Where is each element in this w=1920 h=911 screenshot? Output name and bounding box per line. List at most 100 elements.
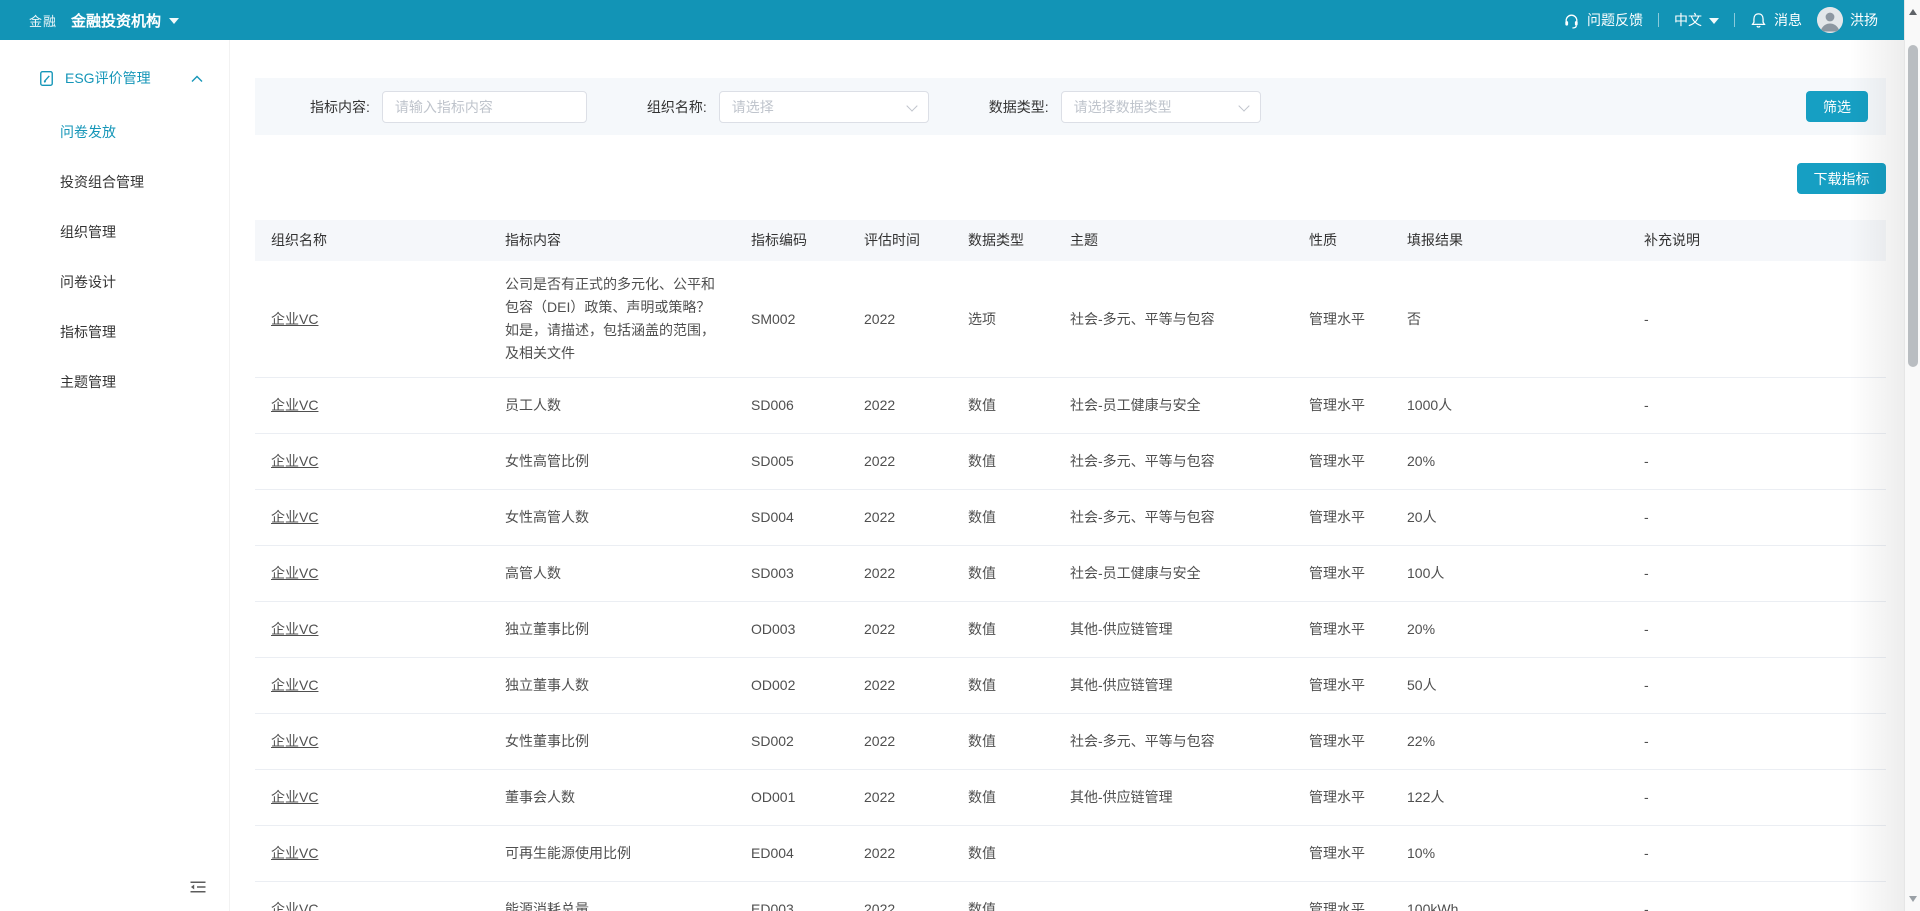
sidebar-menu: 问卷发放 投资组合管理 组织管理 问卷设计 指标管理 主题管理 <box>0 107 229 407</box>
table-cell: 可再生能源使用比例 <box>489 825 735 882</box>
table-row: 企业VC 能源消耗总量 ED003 2022 数值 管理水平 100kWh - <box>255 881 1886 911</box>
table-cell: - <box>1628 825 1886 882</box>
table-cell: 2022 <box>848 713 952 770</box>
org-name-link[interactable]: 企业VC <box>271 845 318 861</box>
language-label: 中文 <box>1674 12 1702 28</box>
caret-down-icon <box>1709 18 1719 24</box>
sidebar-item-org-management[interactable]: 组织管理 <box>0 207 229 257</box>
table-cell: 企业VC <box>255 545 489 602</box>
org-name-link[interactable]: 企业VC <box>271 509 318 525</box>
sidebar-group-esg[interactable]: ESG评价管理 <box>0 60 229 96</box>
table-cell: 数值 <box>952 881 1054 911</box>
table-cell: 2022 <box>848 261 952 378</box>
table-cell: 社会-员工健康与安全 <box>1054 545 1293 602</box>
table-cell: 管理水平 <box>1293 261 1391 378</box>
org-name-link[interactable]: 企业VC <box>271 677 318 693</box>
scrollbar-up-arrow-icon[interactable] <box>1909 9 1917 15</box>
org-name-link[interactable]: 企业VC <box>271 621 318 637</box>
top-bar: 金融 金融投资机构 问题反馈 中文 消息 洪扬 <box>0 0 1904 40</box>
org-name-link[interactable]: 企业VC <box>271 453 318 469</box>
main-content: 指标内容: 组织名称: 请选择 数据类型: 请选择数据类型 筛选 下载指标 <box>230 40 1904 911</box>
table-cell: 独立董事比例 <box>489 601 735 658</box>
col-nature: 性质 <box>1293 220 1391 261</box>
filter-button[interactable]: 筛选 <box>1806 91 1868 122</box>
table-cell <box>1054 825 1293 882</box>
table-cell: SD004 <box>735 489 848 546</box>
table-cell: 企业VC <box>255 713 489 770</box>
caret-down-icon <box>169 18 180 24</box>
col-topic: 主题 <box>1054 220 1293 261</box>
sidebar-item-portfolio-management[interactable]: 投资组合管理 <box>0 157 229 207</box>
feedback-button[interactable]: 问题反馈 <box>1563 10 1643 30</box>
scrollbar-down-arrow-icon[interactable] <box>1909 896 1917 902</box>
table-cell: 122人 <box>1391 769 1628 826</box>
table-cell: - <box>1628 601 1886 658</box>
col-indicator-code: 指标编码 <box>735 220 848 261</box>
table-cell: - <box>1628 377 1886 434</box>
table-cell: ED003 <box>735 881 848 911</box>
feedback-label: 问题反馈 <box>1587 12 1643 28</box>
table-cell: 2022 <box>848 377 952 434</box>
table-cell: 社会-多元、平等与包容 <box>1054 261 1293 378</box>
app-logo: 金融 <box>29 13 58 29</box>
table-cell: 数值 <box>952 657 1054 714</box>
sidebar-item-questionnaire-design[interactable]: 问卷设计 <box>0 257 229 307</box>
table-cell: 企业VC <box>255 433 489 490</box>
bell-icon <box>1750 12 1767 29</box>
data-type-select[interactable]: 请选择数据类型 <box>1060 90 1261 123</box>
table-cell: SD005 <box>735 433 848 490</box>
sidebar-item-indicator-management[interactable]: 指标管理 <box>0 307 229 357</box>
user-menu[interactable]: 洪扬 <box>1817 7 1878 33</box>
table-cell: 50人 <box>1391 657 1628 714</box>
org-name-link[interactable]: 企业VC <box>271 565 318 581</box>
table-cell: 其他-供应链管理 <box>1054 769 1293 826</box>
table-cell: 数值 <box>952 713 1054 770</box>
table-cell: 100kWh <box>1391 881 1628 911</box>
org-name-link[interactable]: 企业VC <box>271 789 318 805</box>
vertical-scrollbar[interactable] <box>1904 0 1920 911</box>
sidebar-group-label: ESG评价管理 <box>65 70 151 86</box>
table-cell: 社会-多元、平等与包容 <box>1054 433 1293 490</box>
table-cell: - <box>1628 881 1886 911</box>
table-cell: 员工人数 <box>489 377 735 434</box>
org-name-select[interactable]: 请选择 <box>718 90 929 123</box>
document-pen-icon <box>38 70 55 87</box>
org-switcher[interactable]: 金融投资机构 <box>71 10 180 31</box>
scrollbar-thumb[interactable] <box>1908 45 1918 367</box>
table-cell: OD002 <box>735 657 848 714</box>
language-switcher[interactable]: 中文 <box>1674 10 1719 30</box>
sidebar-item-topic-management[interactable]: 主题管理 <box>0 357 229 407</box>
headset-icon <box>1563 12 1580 29</box>
org-name-label: 组织名称: <box>646 98 707 115</box>
table-row: 企业VC 女性高管人数 SD004 2022 数值 社会-多元、平等与包容 管理水平 20人 - <box>255 489 1886 546</box>
table-cell: SD006 <box>735 377 848 434</box>
org-name-link[interactable]: 企业VC <box>271 397 318 413</box>
indicator-content-input[interactable] <box>381 90 587 123</box>
table-cell: 2022 <box>848 545 952 602</box>
download-indicators-button[interactable]: 下载指标 <box>1797 163 1886 194</box>
table-cell: 1000人 <box>1391 377 1628 434</box>
user-avatar <box>1817 7 1843 33</box>
table-cell: 管理水平 <box>1293 489 1391 546</box>
table-cell: 企业VC <box>255 377 489 434</box>
table-cell: 公司是否有正式的多元化、公平和包容（DEI）政策、声明或策略？如是，请描述，包括… <box>489 261 735 378</box>
indicator-content-label: 指标内容: <box>310 98 370 115</box>
menu-fold-icon[interactable] <box>189 878 207 899</box>
org-name-link[interactable]: 企业VC <box>271 733 318 749</box>
col-fill-result: 填报结果 <box>1391 220 1628 261</box>
username: 洪扬 <box>1850 12 1878 28</box>
table-cell: 2022 <box>848 657 952 714</box>
table-cell: 数值 <box>952 601 1054 658</box>
col-supplement: 补充说明 <box>1628 220 1886 261</box>
divider <box>1734 13 1735 27</box>
table-cell: 企业VC <box>255 657 489 714</box>
table-cell: 2022 <box>848 489 952 546</box>
messages-button[interactable]: 消息 <box>1750 10 1802 30</box>
org-name-link[interactable]: 企业VC <box>271 311 318 327</box>
sidebar-item-questionnaire-dispatch[interactable]: 问卷发放 <box>0 107 229 157</box>
col-org-name: 组织名称 <box>255 220 489 261</box>
table-cell: 管理水平 <box>1293 377 1391 434</box>
table-cell: SD002 <box>735 713 848 770</box>
org-name-link[interactable]: 企业VC <box>271 901 318 911</box>
table-cell: 能源消耗总量 <box>489 881 735 911</box>
